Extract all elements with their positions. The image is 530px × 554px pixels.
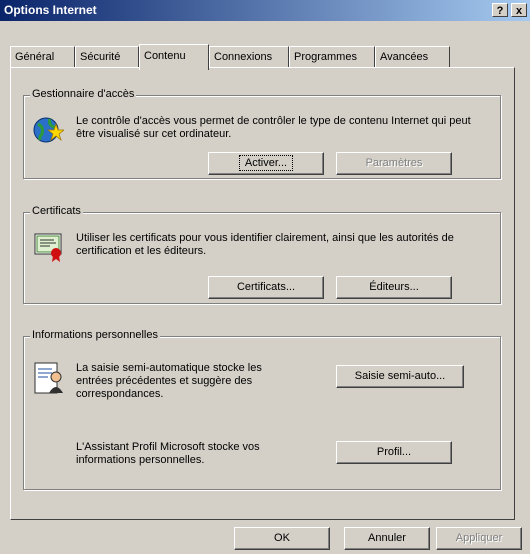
profile-button[interactable]: Profil... <box>336 441 452 464</box>
tab-general[interactable]: Général <box>10 46 75 68</box>
window-title: Options Internet <box>4 3 97 17</box>
autocomplete-icon <box>34 361 66 400</box>
certificates-description: Utiliser les certificats pour vous ident… <box>76 232 454 257</box>
globe-star-icon <box>32 114 66 149</box>
tab-connections[interactable]: Connexions <box>209 46 289 68</box>
tab-programs[interactable]: Programmes <box>289 46 375 68</box>
personal-legend: Informations personnelles <box>30 329 160 341</box>
personal-info-group: Informations personnelles La saisie semi… <box>23 329 501 490</box>
publishers-button[interactable]: Éditeurs... <box>336 276 452 299</box>
enable-button-label: Activer... <box>238 155 294 171</box>
certificate-icon <box>34 231 66 266</box>
settings-button[interactable]: Paramètres <box>336 152 452 175</box>
ok-button[interactable]: OK <box>234 527 330 550</box>
access-legend: Gestionnaire d'accès <box>30 88 137 100</box>
access-description: Le contrôle d'accès vous permet de contr… <box>76 115 471 140</box>
certificates-group: Certificats Utiliser les certificats pou… <box>23 205 501 304</box>
tab-security[interactable]: Sécurité <box>75 46 139 68</box>
certificates-button[interactable]: Certificats... <box>208 276 324 299</box>
content-panel: Gestionnaire d'accès Le contrôle d'accès… <box>10 67 515 520</box>
apply-button[interactable]: Appliquer <box>436 527 522 550</box>
help-button[interactable]: ? <box>492 3 508 17</box>
title-bar: Options Internet ? x <box>0 0 530 21</box>
access-group: Gestionnaire d'accès Le contrôle d'accès… <box>23 88 501 179</box>
tab-content[interactable]: Contenu <box>139 44 209 70</box>
certificates-legend: Certificats <box>30 205 83 217</box>
tab-advanced[interactable]: Avancées <box>375 46 450 68</box>
close-button[interactable]: x <box>511 3 527 17</box>
cancel-button[interactable]: Annuler <box>344 527 430 550</box>
certificates-button-label: Certificats... <box>236 281 296 293</box>
autocomplete-button[interactable]: Saisie semi-auto... <box>336 365 464 388</box>
profile-description: L'Assistant Profil Microsoft stocke vos … <box>76 441 260 466</box>
autocomplete-description: La saisie semi-automatique stocke les en… <box>76 362 262 400</box>
enable-button[interactable]: Activer... <box>208 152 324 175</box>
